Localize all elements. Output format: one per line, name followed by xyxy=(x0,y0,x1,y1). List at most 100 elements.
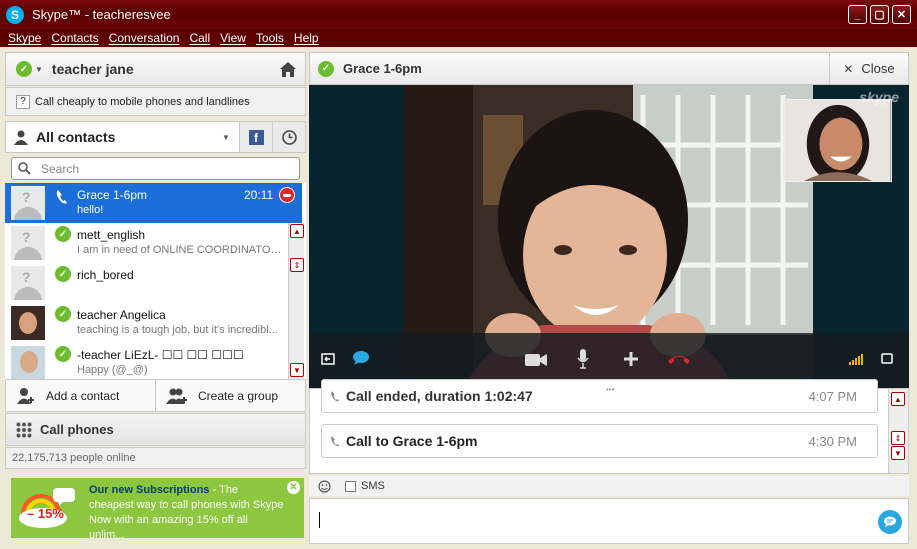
all-contacts-label[interactable]: All contacts xyxy=(36,129,115,145)
search-icon xyxy=(18,162,31,175)
scroll-up-button[interactable]: ▲ xyxy=(290,224,304,238)
message-input[interactable] xyxy=(309,498,909,544)
discount-badge: – 15% xyxy=(27,506,64,521)
search-input[interactable]: Search xyxy=(11,157,300,180)
signal-quality-icon[interactable] xyxy=(849,353,863,365)
contact-actions: Add a contact Create a group xyxy=(5,379,306,412)
contact-photo xyxy=(11,346,45,379)
default-avatar: ? xyxy=(11,226,45,260)
phone-icon xyxy=(331,435,339,446)
group-icon xyxy=(166,388,187,404)
question-icon: ? xyxy=(16,94,30,109)
message-history: Call ended, duration 1:02:47 4:07 PM •••… xyxy=(309,379,909,474)
contact-row-rich-bored[interactable]: ? ✓ rich_bored xyxy=(5,263,288,303)
conversation-panel: ✓ Grace 1-6pm ✕ Close skype Call ended, … xyxy=(309,52,909,544)
splitter-handle[interactable]: ••• xyxy=(606,385,614,394)
contact-name: -teacher LiEzL- ☐☐ ☐☐ ☐☐☐ xyxy=(77,348,244,362)
message-time: 4:30 PM xyxy=(808,433,857,449)
emoticon-icon[interactable] xyxy=(318,479,331,493)
contact-name: rich_bored xyxy=(77,268,134,282)
add-plus-icon[interactable] xyxy=(623,351,639,367)
conversation-header: ✓ Grace 1-6pm ✕ Close xyxy=(309,52,909,85)
clock-icon xyxy=(281,129,297,145)
contact-row-teacher-angelica[interactable]: ✓ teacher Angelica teaching is a tough j… xyxy=(5,303,288,343)
facebook-tab-button[interactable]: f xyxy=(239,122,272,152)
scroll-down-button[interactable]: ▼ xyxy=(290,363,304,377)
add-contact-button[interactable]: Add a contact xyxy=(6,380,156,411)
scroll-thumb[interactable]: ⇕ xyxy=(891,431,905,445)
self-video-preview xyxy=(783,99,892,182)
contact-status: Happy (@_@) xyxy=(77,364,148,376)
input-toolbar: SMS xyxy=(309,476,909,496)
profile-bar[interactable]: ✓ ▼ teacher jane xyxy=(5,52,306,86)
sms-label: SMS xyxy=(361,480,385,492)
call-cheaply-link[interactable]: ? Call cheaply to mobile phones and land… xyxy=(5,87,306,116)
subscription-ad[interactable]: – 15% Our new Subscriptions - The cheape… xyxy=(11,478,304,541)
recent-tab-button[interactable] xyxy=(272,122,305,152)
call-time: 20:11 xyxy=(244,188,274,202)
create-group-button[interactable]: Create a group xyxy=(156,380,305,411)
maximize-button[interactable]: ▢ xyxy=(870,5,889,24)
left-panel: ✓ ▼ teacher jane ? Call cheaply to mobil… xyxy=(5,52,306,544)
online-status-icon[interactable]: ✓ xyxy=(16,61,32,77)
menu-skype[interactable]: Skype xyxy=(3,31,46,45)
scroll-down-button[interactable]: ▼ xyxy=(891,446,905,460)
window-title: Skype™ - teacheresvee xyxy=(32,7,171,22)
dialpad-icon xyxy=(16,422,32,437)
contact-status: teaching is a tough job, but it's incred… xyxy=(77,324,278,336)
contact-row-teacher-liezl[interactable]: ✓ -teacher LiEzL- ☐☐ ☐☐ ☐☐☐ Happy (@_@) xyxy=(5,343,288,379)
close-window-button[interactable]: ✕ xyxy=(892,5,911,24)
add-contact-label: Add a contact xyxy=(46,388,120,403)
contacts-dropdown-icon[interactable]: ▼ xyxy=(222,133,230,142)
hang-up-icon[interactable] xyxy=(667,353,691,365)
scroll-thumb[interactable]: ⇕ xyxy=(290,258,304,272)
send-message-button[interactable] xyxy=(878,510,902,534)
home-icon[interactable] xyxy=(279,61,297,78)
menu-view[interactable]: View xyxy=(215,31,251,45)
contact-status: I am in need of ONLINE COORDINATOR... xyxy=(77,244,282,256)
menu-contacts[interactable]: Contacts xyxy=(46,31,103,45)
end-call-icon[interactable] xyxy=(279,187,295,203)
online-status-icon: ✓ xyxy=(55,346,71,362)
contact-row-grace[interactable]: ? Grace 1-6pm hello! 20:11 xyxy=(5,183,302,223)
menu-call[interactable]: Call xyxy=(184,31,215,45)
add-person-icon xyxy=(17,387,34,404)
contact-list: ? Grace 1-6pm hello! 20:11 ? ✓ mett_engl… xyxy=(5,183,306,379)
close-icon: ✕ xyxy=(843,61,854,76)
video-call-area[interactable]: skype xyxy=(309,85,909,388)
fullscreen-exit-icon[interactable] xyxy=(321,353,335,365)
create-group-label: Create a group xyxy=(198,388,279,403)
conversation-title[interactable]: Grace 1-6pm xyxy=(343,61,422,76)
contact-name: Grace 1-6pm xyxy=(77,188,148,202)
contact-photo xyxy=(11,306,45,340)
chevron-down-icon[interactable]: ▼ xyxy=(35,65,43,74)
scroll-up-button[interactable]: ▲ xyxy=(891,392,905,406)
ad-title: Our new Subscriptions xyxy=(89,484,210,496)
chat-bubble-icon[interactable] xyxy=(352,350,370,366)
video-camera-icon[interactable] xyxy=(525,353,547,367)
contact-name: teacher Angelica xyxy=(77,308,166,322)
contact-row-mett-english[interactable]: ? ✓ mett_english I am in need of ONLINE … xyxy=(5,223,288,263)
online-status-icon: ✓ xyxy=(55,226,71,242)
phone-icon xyxy=(331,390,339,401)
search-placeholder: Search xyxy=(41,161,80,176)
contact-list-scrollbar[interactable]: ▲ ⇕ ▼ xyxy=(288,223,304,379)
profile-name[interactable]: teacher jane xyxy=(52,61,134,77)
skype-watermark: skype xyxy=(859,89,899,105)
text-cursor xyxy=(319,512,320,528)
sms-checkbox[interactable] xyxy=(345,480,356,492)
online-count: 22,175,713 people online xyxy=(5,447,306,469)
fullscreen-icon[interactable] xyxy=(881,353,893,364)
menu-conversation[interactable]: Conversation xyxy=(104,31,185,45)
message-scrollbar[interactable]: ▲ ⇕ ▼ xyxy=(888,389,908,473)
menu-help[interactable]: Help xyxy=(289,31,324,45)
contacts-header: All contacts ▼ f xyxy=(5,121,306,153)
menu-tools[interactable]: Tools xyxy=(251,31,289,45)
call-phones-button[interactable]: Call phones xyxy=(5,413,306,446)
default-avatar: ? xyxy=(11,266,45,300)
microphone-icon[interactable] xyxy=(577,349,589,369)
menu-bar: Skype Contacts Conversation Call View To… xyxy=(0,29,917,47)
close-ad-icon[interactable]: ✕ xyxy=(287,481,300,494)
close-conversation-button[interactable]: ✕ Close xyxy=(829,53,908,84)
minimize-button[interactable]: _ xyxy=(848,5,867,24)
